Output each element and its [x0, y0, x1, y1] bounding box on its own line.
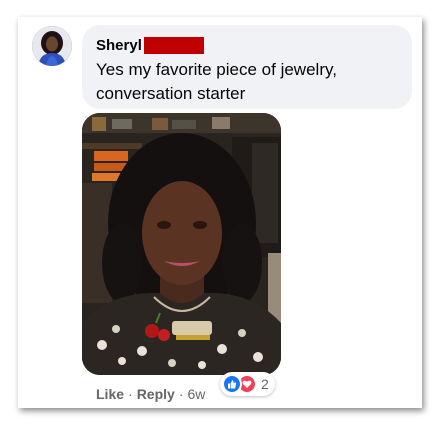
separator-dot: ·: [128, 386, 133, 402]
author-name[interactable]: Sheryl: [96, 37, 142, 54]
comment-card: Sheryl Yes my favorite piece of jewelry,…: [18, 17, 422, 408]
comment-actions: Like · Reply · 6w: [96, 385, 205, 403]
like-link[interactable]: Like: [96, 386, 124, 402]
separator-dot: ·: [178, 386, 184, 402]
comment-timestamp[interactable]: 6w: [187, 386, 205, 402]
avatar[interactable]: [32, 26, 72, 66]
avatar-image: [32, 26, 72, 66]
heart-glyph: [242, 380, 252, 388]
reply-link[interactable]: Reply: [137, 386, 175, 402]
comment-bubble: Sheryl Yes my favorite piece of jewelry,…: [82, 25, 412, 109]
reaction-summary[interactable]: 2: [220, 372, 275, 396]
like-icon: [222, 374, 242, 394]
comment-photo[interactable]: [82, 113, 281, 375]
reaction-count: 2: [261, 376, 269, 392]
comment-text: Yes my favorite piece of jewelry, conver…: [96, 60, 337, 103]
redaction-bar: [143, 36, 204, 54]
photo-image: [82, 113, 281, 375]
author-row: Sheryl: [96, 35, 204, 55]
thumbs-up-glyph: [228, 380, 237, 389]
